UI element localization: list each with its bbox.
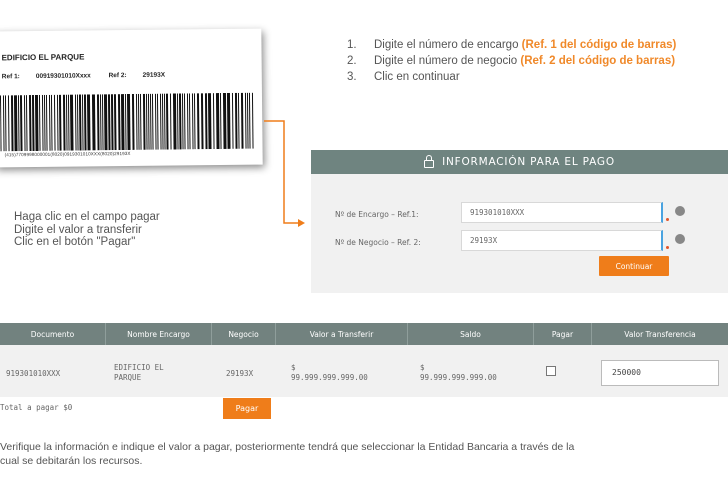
total-to-pay: Total a pagar $0 xyxy=(0,403,73,412)
cell-valor: 99.999.999.999.00 xyxy=(291,373,368,382)
cell-valor-currency: $ xyxy=(291,363,296,372)
barcode-company: EDIFICIO EL PARQUE xyxy=(1,52,85,63)
col-negocio: Negocio xyxy=(212,323,276,345)
help-icon[interactable] xyxy=(675,234,685,244)
col-valor-transferir: Valor a Transferir xyxy=(276,323,408,345)
col-nombre-encargo: Nombre Encargo xyxy=(106,323,212,345)
payment-panel-title: INFORMACIÓN PARA EL PAGO xyxy=(442,156,615,168)
instruction-line: Clic en el botón "Pagar" xyxy=(14,236,136,248)
continue-button[interactable]: Continuar xyxy=(599,256,669,276)
cell-negocio: 29193X xyxy=(226,369,254,378)
payment-info-panel: INFORMACIÓN PARA EL PAGO Nº de Encargo –… xyxy=(311,150,728,293)
cell-documento: 919301010XXX xyxy=(6,369,61,378)
step-item: 3. Clic en continuar xyxy=(347,71,460,83)
required-marker xyxy=(666,246,669,249)
barcode-refs: Ref 1: 00919301010Xxxx Ref 2: 29193X xyxy=(1,71,181,81)
lock-icon xyxy=(424,155,435,168)
cell-nombre-2: PARQUE xyxy=(114,373,142,382)
encargo-input[interactable]: 919301010XXX xyxy=(461,202,663,223)
footnote-line: cual se debitarán los recursos. xyxy=(0,455,143,467)
payment-panel-header: INFORMACIÓN PARA EL PAGO xyxy=(311,150,728,174)
col-pagar: Pagar xyxy=(534,323,592,345)
help-icon[interactable] xyxy=(675,206,685,216)
pay-instructions: Haga clic en el campo pagar Digite el va… xyxy=(14,211,160,249)
instruction-line: Haga clic en el campo pagar xyxy=(14,211,160,223)
cell-saldo-currency: $ xyxy=(420,363,425,372)
cell-saldo: 99.999.999.999.00 xyxy=(420,373,497,382)
footnote-line: Verifique la información e indique el va… xyxy=(0,441,575,453)
footnote: Verifique la información e indique el va… xyxy=(0,440,728,468)
step-list: 1. Digite el número de encargo (Ref. 1 de… xyxy=(344,39,689,87)
transfer-value-input[interactable]: 250000 xyxy=(601,360,719,386)
barcode-ref1-label: Ref 1: xyxy=(1,73,20,81)
col-valor-transferencia: Valor Transferencia xyxy=(624,329,696,339)
barcode-image xyxy=(0,92,254,152)
barcode-number: (415)7709998000001(8020)0919301010XXX(80… xyxy=(4,150,131,158)
payment-table-header: Documento Nombre Encargo Negocio Valor a… xyxy=(0,323,728,345)
col-saldo: Saldo xyxy=(408,323,534,345)
encargo-label: Nº de Encargo – Ref.1: xyxy=(335,210,419,219)
barcode-card: EDIFICIO EL PARQUE Ref 1: 00919301010Xxxx… xyxy=(0,28,263,168)
negocio-input[interactable]: 29193X xyxy=(461,230,663,251)
negocio-label: Nº de Negocio – Ref. 2: xyxy=(335,238,421,247)
step-item: 2. Digite el número de negocio (Ref. 2 de… xyxy=(347,55,676,67)
required-marker xyxy=(666,218,669,221)
col-documento: Documento xyxy=(0,323,106,345)
pay-checkbox[interactable] xyxy=(546,366,556,376)
instruction-line: Digite el valor a transferir xyxy=(14,223,142,236)
pay-button[interactable]: Pagar xyxy=(223,398,271,419)
step-item: 1. Digite el número de encargo (Ref. 1 de… xyxy=(347,39,677,51)
barcode-ref2-value: 29193X xyxy=(142,71,166,79)
barcode-ref2-label: Ref 2: xyxy=(108,72,127,80)
barcode-ref1-value: 00919301010Xxxx xyxy=(35,72,91,80)
cell-nombre-1: EDIFICIO EL xyxy=(114,363,164,372)
